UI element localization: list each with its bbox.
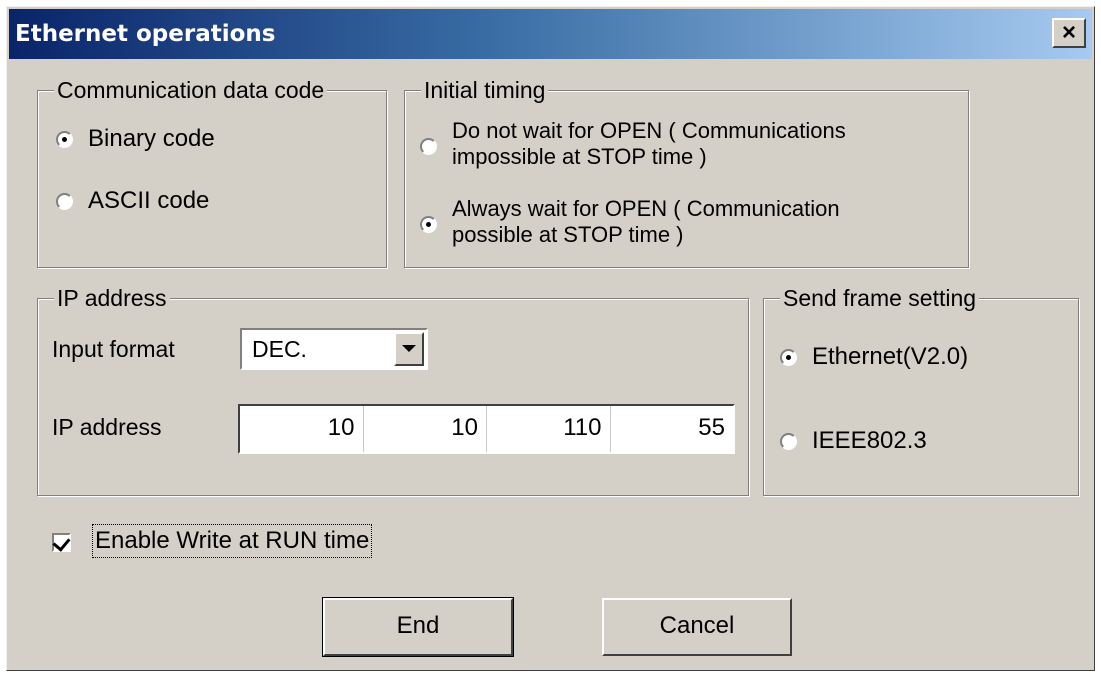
do-not-wait-label-line1: Do not wait for OPEN ( Communications (452, 118, 846, 143)
ethernet-v2-option[interactable]: Ethernet(V2.0) (780, 342, 968, 372)
send-frame-setting-legend: Send frame setting (780, 284, 980, 312)
send-frame-setting-group: Send frame setting (763, 284, 1079, 496)
end-button[interactable]: End (322, 597, 514, 657)
ip-address-input[interactable]: 10 10 110 55 (238, 404, 735, 454)
ieee8023-radio[interactable] (780, 433, 797, 450)
binary-code-option[interactable]: Binary code (56, 124, 215, 154)
input-format-select[interactable]: DEC. (240, 328, 428, 370)
ascii-code-option[interactable]: ASCII code (56, 186, 209, 216)
initial-timing-legend: Initial timing (421, 76, 549, 104)
input-format-label: Input format (52, 336, 175, 362)
ieee8023-option[interactable]: IEEE802.3 (780, 426, 927, 456)
do-not-wait-radio[interactable] (420, 138, 437, 155)
chevron-down-icon[interactable] (394, 332, 424, 366)
ethernet-v2-radio[interactable] (780, 349, 797, 366)
ip-octet-2[interactable]: 10 (364, 406, 487, 452)
always-wait-option[interactable]: Always wait for OPEN ( Communication pos… (420, 196, 840, 248)
close-button[interactable]: × (1052, 18, 1086, 48)
binary-code-radio[interactable] (56, 131, 73, 148)
binary-code-label: Binary code (88, 125, 215, 152)
ascii-code-label: ASCII code (88, 187, 210, 214)
always-wait-label-line2: possible at STOP time ) (452, 222, 684, 247)
title-bar[interactable]: Ethernet operations × (9, 9, 1092, 59)
ip-octet-3[interactable]: 110 (487, 406, 611, 452)
ethernet-v2-label: Ethernet(V2.0) (812, 343, 969, 370)
always-wait-radio[interactable] (420, 216, 437, 233)
dialog-title: Ethernet operations (15, 21, 276, 47)
ip-address-label: IP address (52, 414, 162, 440)
do-not-wait-option[interactable]: Do not wait for OPEN ( Communications im… (420, 118, 846, 170)
ip-octet-1[interactable]: 10 (240, 406, 364, 452)
enable-write-checkbox[interactable] (52, 533, 71, 552)
enable-write-label[interactable]: Enable Write at RUN time (92, 524, 373, 558)
communication-data-code-legend: Communication data code (54, 76, 328, 104)
do-not-wait-label-line2: impossible at STOP time ) (452, 144, 707, 169)
close-icon: × (1061, 19, 1076, 46)
ieee8023-label: IEEE802.3 (812, 427, 927, 454)
always-wait-label-line1: Always wait for OPEN ( Communication (452, 196, 840, 221)
input-format-value: DEC. (252, 336, 307, 362)
communication-data-code-group: Communication data code (37, 76, 387, 268)
ascii-code-radio[interactable] (56, 193, 73, 210)
ip-octet-4[interactable]: 55 (611, 406, 734, 452)
ip-address-legend: IP address (54, 284, 170, 312)
cancel-button[interactable]: Cancel (602, 598, 792, 656)
